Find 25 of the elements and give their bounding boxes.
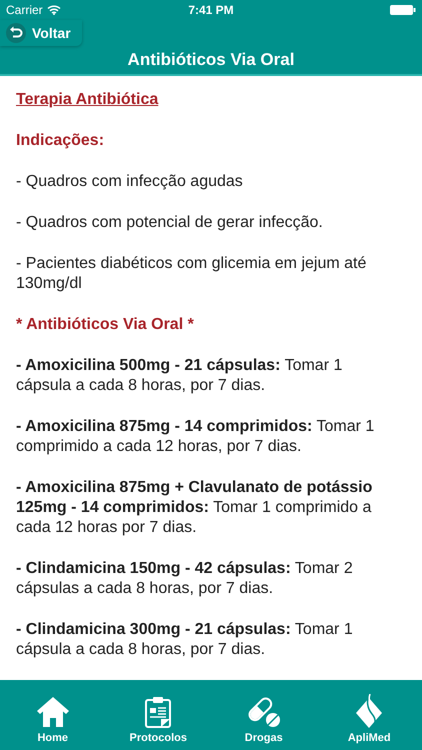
paragraph: - Clindamicina 150mg - 42 cápsulas: Tomar 2 cápsulas a cada 8 horas, por 7 dias. [16, 559, 354, 599]
paragraph: - Pacientes diabéticos com glicemia em jejum até 130mg/dl [16, 254, 368, 294]
pills-icon [246, 696, 281, 728]
paragraph: - Clindamicina 300mg - 21 cápsulas: Tomar 1 cápsula a cada 8 horas, por 7 dias. [16, 620, 354, 660]
section-heading: * Antibióticos Via Oral * [16, 315, 195, 335]
paragraph: - Quadros com infecção agudas [16, 172, 244, 192]
page-title: Antibióticos Via Oral [126, 50, 296, 70]
tab-bar-item[interactable]: Drogas [211, 680, 316, 750]
wifi-icon [46, 5, 61, 15]
tab-bar-item[interactable]: Home [0, 680, 106, 750]
section-title: Terapia Antibiótica [16, 90, 160, 110]
paragraph: - Amoxicilina 875mg + Clavulanato de potássio 125mg - 14 comprimidos: Tomar 1 comprimido a cada 12 horas por 7 dias. [16, 478, 374, 538]
house-icon [36, 696, 70, 728]
clipboard-icon [144, 696, 172, 728]
tab-bar-item[interactable]: Protocolos [106, 680, 211, 750]
tab-bar-item[interactable]: ApliMed [316, 680, 422, 750]
back-button[interactable]: Voltar [0, 20, 82, 46]
carrier-label: Carrier [6, 3, 43, 17]
diamond-logo-icon [354, 694, 384, 728]
section-heading: Indicações: [16, 131, 106, 151]
paragraph: - Amoxicilina 875mg - 14 comprimidos: Tomar 1 comprimido a cada 12 horas, por 7 dias. [16, 417, 376, 457]
battery-icon [390, 5, 416, 15]
status-time: 7:41 PM [188, 3, 234, 17]
paragraph: - Quadros com potencial de gerar infecção. [16, 213, 324, 233]
paragraph: - Amoxicilina 500mg - 21 cápsulas: Tomar 1 cápsula a cada 8 horas, por 7 dias. [16, 356, 344, 396]
